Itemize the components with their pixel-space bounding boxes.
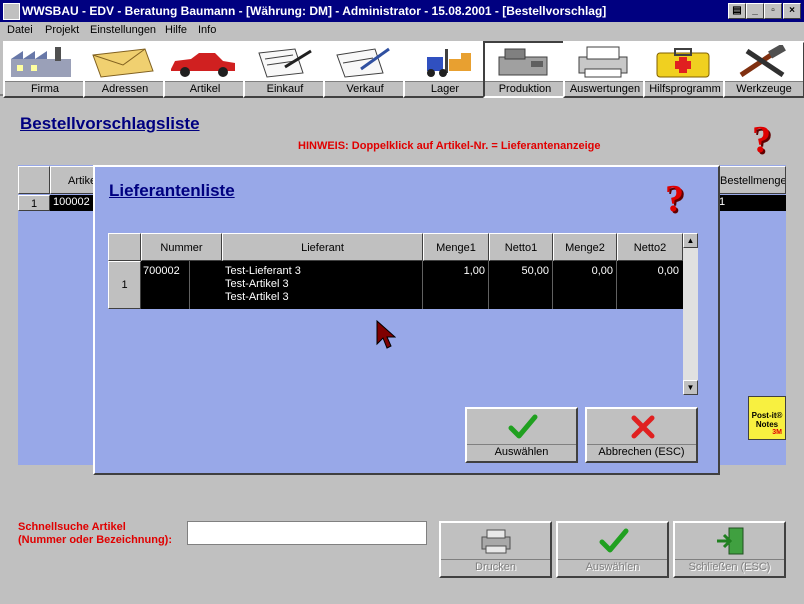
column-header-lieferant[interactable]: Lieferant bbox=[222, 233, 423, 261]
toolbar-label: Lager bbox=[405, 81, 485, 96]
dialog-help-icon[interactable]: ? bbox=[665, 177, 684, 221]
cell-menge1: 1,00 bbox=[463, 265, 485, 277]
checkmark-icon bbox=[508, 414, 538, 439]
vertical-scrollbar[interactable]: ▲ ▼ bbox=[683, 233, 698, 395]
column-header-netto2[interactable]: Netto2 bbox=[617, 233, 683, 261]
postit-notes-icon[interactable]: Post-it® Notes 3M bbox=[748, 396, 786, 440]
postit-label: Post-it® bbox=[751, 411, 783, 420]
cell-lieferant-line3: Test-Artikel 3 bbox=[225, 291, 289, 303]
app-icon[interactable] bbox=[3, 3, 20, 20]
toolbar-lager[interactable]: Lager bbox=[403, 41, 487, 98]
tools-icon bbox=[739, 45, 786, 78]
close-dialog-button[interactable]: Schließen (ESC) bbox=[673, 521, 786, 578]
toolbar-werkzeuge[interactable]: Werkzeuge bbox=[723, 41, 804, 98]
toolbar-label: Adressen bbox=[85, 81, 165, 96]
forklift-icon bbox=[427, 49, 471, 77]
mouse-cursor-icon bbox=[376, 320, 396, 349]
printer-icon bbox=[481, 529, 511, 554]
cell-netto1: 50,00 bbox=[521, 265, 549, 277]
dialog-select-label: Auswählen bbox=[467, 444, 576, 460]
supplier-dialog: Lieferantenliste ? Nummer Lieferant Meng… bbox=[93, 165, 720, 475]
car-icon bbox=[171, 53, 235, 77]
dialog-title: Lieferantenliste bbox=[109, 181, 235, 200]
toolbar-label: Auswertungen bbox=[565, 81, 645, 96]
dialog-cancel-button[interactable]: Abbrechen (ESC) bbox=[585, 407, 698, 463]
toolbar: Firma Adressen Artikel Einkauf Verkauf L… bbox=[0, 40, 804, 98]
toolbar-einkauf[interactable]: Einkauf bbox=[243, 41, 327, 98]
print-button[interactable]: Drucken bbox=[439, 521, 552, 578]
column-header-menge2[interactable]: Menge2 bbox=[553, 233, 617, 261]
dialog-select-button[interactable]: Auswählen bbox=[465, 407, 578, 463]
menu-info[interactable]: Info bbox=[198, 24, 216, 36]
toolbar-label: Firma bbox=[5, 81, 85, 96]
dialog-cancel-label: Abbrechen (ESC) bbox=[587, 444, 696, 460]
documents-icon bbox=[258, 48, 312, 78]
menu-bar: Datei Projekt Einstellungen Hilfe Info bbox=[0, 22, 804, 39]
toolbar-hilfsprogramm[interactable]: Hilfsprogramm bbox=[643, 41, 727, 98]
search-input[interactable] bbox=[187, 521, 427, 545]
column-header-bestellmenge[interactable]: Bestellmenge bbox=[716, 166, 786, 194]
menu-einstellungen[interactable]: Einstellungen bbox=[90, 24, 156, 36]
select-label: Auswählen bbox=[558, 559, 667, 575]
scroll-down-button[interactable]: ▼ bbox=[683, 380, 698, 395]
column-divider bbox=[189, 261, 190, 309]
minimize-button[interactable]: _ bbox=[746, 3, 764, 19]
column-header-menge1[interactable]: Menge1 bbox=[423, 233, 489, 261]
toolbar-produktion[interactable]: Produktion bbox=[483, 41, 567, 98]
toolbar-label: Hilfsprogramm bbox=[645, 81, 725, 96]
cell-nummer[interactable]: 700002 bbox=[143, 265, 180, 277]
table-corner bbox=[18, 166, 50, 194]
search-label-hint: (Nummer oder Bezeichnung): bbox=[18, 534, 173, 546]
table-row[interactable]: 1 700002 Test-Lieferant 3 Test-Artikel 3… bbox=[108, 261, 683, 309]
row-number: 1 bbox=[18, 195, 50, 211]
toolbar-adressen[interactable]: Adressen bbox=[83, 41, 167, 98]
search-label: Schnellsuche Artikel bbox=[18, 521, 126, 533]
column-header-artikel[interactable]: Artike bbox=[50, 166, 96, 194]
checkmark-icon bbox=[599, 528, 629, 553]
column-header-netto1[interactable]: Netto1 bbox=[489, 233, 553, 261]
pen-paper-icon bbox=[336, 47, 390, 78]
cell-netto2: 0,00 bbox=[657, 265, 679, 277]
menu-datei[interactable]: Datei bbox=[7, 24, 33, 36]
exit-door-icon bbox=[717, 527, 744, 555]
toolbar-firma[interactable]: Firma bbox=[3, 41, 87, 98]
page-title: Bestellvorschlagsliste bbox=[20, 114, 200, 133]
select-button[interactable]: Auswählen bbox=[556, 521, 669, 578]
menu-projekt[interactable]: Projekt bbox=[45, 24, 79, 36]
scroll-up-button[interactable]: ▲ bbox=[683, 233, 698, 248]
printer-icon bbox=[578, 46, 628, 78]
menu-hilfe[interactable]: Hilfe bbox=[165, 24, 187, 36]
row-number: 1 bbox=[108, 261, 141, 309]
cross-icon bbox=[631, 415, 655, 439]
hint-text: HINWEIS: Doppelklick auf Artikel-Nr. = L… bbox=[298, 140, 601, 152]
first-aid-icon bbox=[656, 48, 710, 78]
maximize-button[interactable]: ▫ bbox=[764, 3, 782, 19]
title-bar: WWSBAU - EDV - Beratung Baumann - [Währu… bbox=[0, 0, 804, 22]
envelope-icon bbox=[92, 48, 154, 78]
toolbar-auswertungen[interactable]: Auswertungen bbox=[563, 41, 647, 98]
restore-app-icon[interactable]: ▤ bbox=[728, 3, 746, 19]
postit-brand: 3M bbox=[772, 429, 782, 436]
cell-menge2: 0,00 bbox=[591, 265, 613, 277]
toolbar-label: Verkauf bbox=[325, 81, 405, 96]
toolbar-label: Einkauf bbox=[245, 81, 325, 96]
column-header-nummer[interactable]: Nummer bbox=[141, 233, 222, 261]
print-label: Drucken bbox=[441, 559, 550, 575]
cell-lieferant-line1: Test-Lieferant 3 bbox=[225, 265, 301, 277]
toolbar-verkauf[interactable]: Verkauf bbox=[323, 41, 407, 98]
help-icon[interactable]: ? bbox=[752, 118, 771, 162]
toolbar-artikel[interactable]: Artikel bbox=[163, 41, 247, 98]
row-artikel[interactable]: 100002 bbox=[53, 196, 90, 208]
cell-lieferant-line2: Test-Artikel 3 bbox=[225, 278, 289, 290]
toolbar-label: Werkzeuge bbox=[725, 81, 803, 96]
close-label: Schließen (ESC) bbox=[675, 559, 784, 575]
window-title: WWSBAU - EDV - Beratung Baumann - [Währu… bbox=[22, 4, 607, 18]
machine-icon bbox=[498, 48, 548, 76]
toolbar-label: Artikel bbox=[165, 81, 245, 96]
factory-icon bbox=[11, 47, 71, 77]
close-button[interactable]: × bbox=[783, 3, 801, 19]
dialog-table-corner bbox=[108, 233, 141, 261]
toolbar-label: Produktion bbox=[485, 81, 565, 96]
postit-label-notes: Notes bbox=[755, 420, 779, 429]
